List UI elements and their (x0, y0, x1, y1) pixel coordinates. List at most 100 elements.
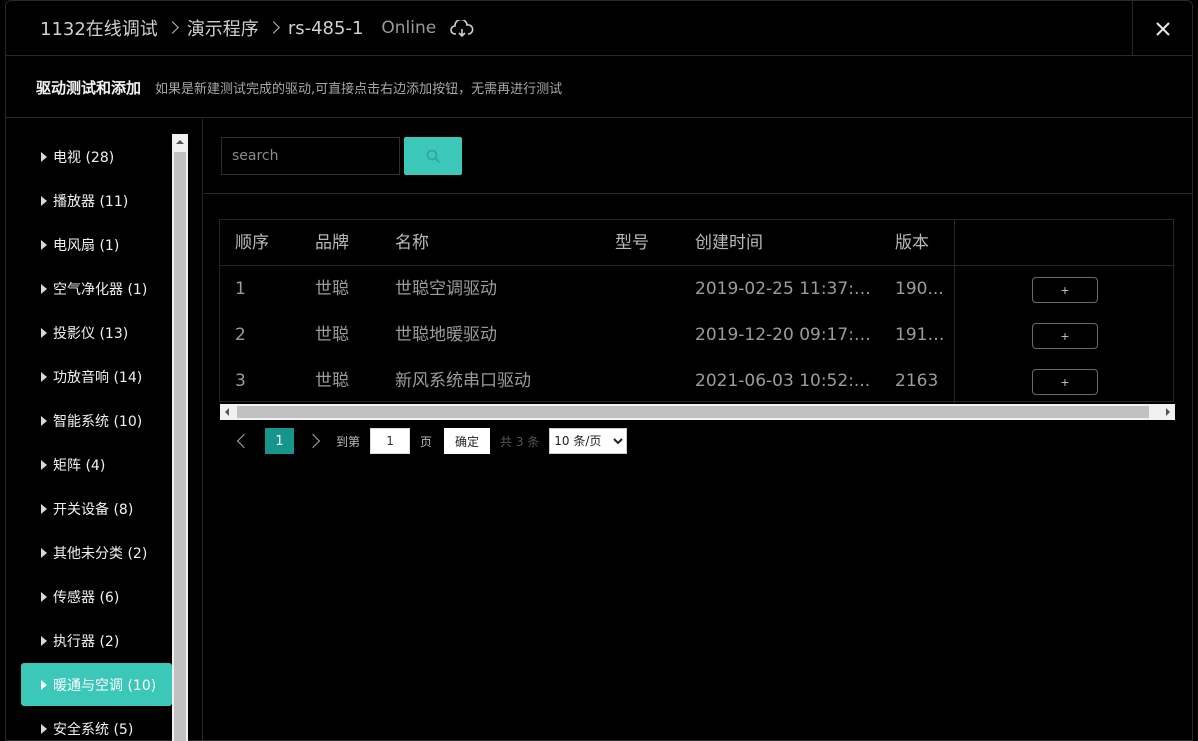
sidebar-item-hvac[interactable]: 暖通与空调 (10) (21, 663, 172, 706)
add-driver-button[interactable]: + (1032, 277, 1098, 303)
search-button[interactable] (404, 137, 462, 175)
breadcrumb-item-port[interactable]: rs-485-1 (288, 18, 364, 39)
chevron-right-icon (165, 20, 179, 34)
search-input[interactable] (221, 137, 400, 175)
cell-brand: 世聪 (315, 371, 349, 391)
scroll-right-arrow-icon[interactable] (1166, 408, 1170, 416)
sidebar-item-matrix[interactable]: 矩阵 (4) (21, 443, 172, 486)
section-hint: 如果是新建测试完成的驱动,可直接点击右边添加按钮，无需再进行测试 (155, 81, 563, 97)
breadcrumb: 1132在线调试 演示程序 rs-485-1 Online (40, 13, 474, 43)
sidebar-item-security[interactable]: 安全系统 (5) (21, 707, 172, 741)
sidebar-item-amplifier[interactable]: 功放音响 (14) (21, 355, 172, 398)
table-header: 顺序 品牌 名称 型号 创建时间 版本 (220, 220, 1175, 266)
sidebar-item-projector[interactable]: 投影仪 (13) (21, 311, 172, 354)
column-header-model: 型号 (615, 233, 649, 253)
sidebar-item-label: 空气净化器 (1) (53, 281, 148, 298)
search-icon (426, 149, 440, 163)
sidebar-item-label: 电风扇 (1) (53, 237, 120, 254)
sidebar-item-player[interactable]: 播放器 (11) (21, 179, 172, 222)
sidebar-item-label: 功放音响 (14) (53, 369, 143, 386)
column-header-name: 名称 (395, 233, 429, 253)
sidebar-item-smart-system[interactable]: 智能系统 (10) (21, 399, 172, 442)
sidebar-item-label: 电视 (28) (53, 149, 115, 166)
sidebar-item-label: 智能系统 (10) (53, 413, 143, 430)
cloud-sync-icon[interactable] (450, 20, 474, 40)
page-size-select[interactable]: 10 条/页 (549, 428, 628, 454)
connection-status: Online (381, 18, 437, 38)
sidebar-item-air-purifier[interactable]: 空气净化器 (1) (21, 267, 172, 310)
sidebar-item-actuator[interactable]: 执行器 (2) (21, 619, 172, 662)
add-driver-button[interactable]: + (1032, 323, 1098, 349)
sidebar-item-fan[interactable]: 电风扇 (1) (21, 223, 172, 266)
caret-right-icon (41, 547, 47, 558)
column-header-index: 顺序 (235, 233, 269, 253)
cell-version: 190... (895, 279, 944, 299)
column-header-brand: 品牌 (315, 233, 349, 253)
scroll-left-arrow-icon[interactable] (225, 408, 229, 416)
caret-right-icon (41, 591, 47, 602)
goto-page-input[interactable] (370, 428, 411, 454)
scrollbar-thumb[interactable] (174, 152, 186, 741)
page-suffix-label: 页 (420, 434, 433, 449)
cell-brand: 世聪 (315, 325, 349, 345)
scroll-up-arrow-icon[interactable] (172, 134, 188, 150)
cell-version: 2163 (895, 371, 939, 391)
cell-name: 世聪地暖驱动 (395, 325, 497, 345)
column-header-version: 版本 (895, 233, 929, 253)
caret-right-icon (41, 151, 47, 162)
caret-right-icon (41, 283, 47, 294)
category-sidebar: 电视 (28) 播放器 (11) 电风扇 (1) 空气净化器 (1) 投影仪 (… (6, 119, 203, 741)
sidebar-item-label: 矩阵 (4) (53, 457, 106, 474)
cell-created: 2019-02-25 11:37:00 (695, 279, 875, 299)
page-number-current[interactable]: 1 (265, 428, 294, 454)
driver-table: 顺序 品牌 名称 型号 创建时间 版本 1 世聪 世聪空调驱动 2019-02-… (219, 219, 1175, 420)
caret-right-icon (41, 415, 47, 426)
caret-right-icon (41, 195, 47, 206)
goto-confirm-button[interactable]: 确定 (444, 428, 491, 454)
table-horizontal-scrollbar[interactable] (220, 404, 1175, 420)
caret-right-icon (41, 503, 47, 514)
chevron-right-icon (266, 20, 280, 34)
goto-label: 到第 (336, 434, 361, 449)
sidebar-item-label: 投影仪 (13) (53, 325, 129, 342)
sidebar-scrollbar[interactable] (172, 134, 188, 741)
add-driver-button[interactable]: + (1032, 369, 1098, 395)
sidebar-item-label: 执行器 (2) (53, 633, 120, 650)
sidebar-item-label: 播放器 (11) (53, 193, 129, 210)
table-row[interactable]: 3 世聪 新风系统串口驱动 2021-06-03 10:52:... 2163 … (220, 358, 1175, 404)
sidebar-item-sensor[interactable]: 传感器 (6) (21, 575, 172, 618)
table-row[interactable]: 2 世聪 世聪地暖驱动 2019-12-20 09:17:00 1912... … (220, 312, 1175, 358)
caret-right-icon (41, 723, 47, 734)
scrollbar-thumb[interactable] (237, 406, 1149, 418)
sidebar-item-label: 传感器 (6) (53, 589, 120, 606)
total-count: 共 3 条 (500, 434, 540, 449)
driver-panel: 顺序 品牌 名称 型号 创建时间 版本 1 世聪 世聪空调驱动 2019-02-… (204, 119, 1192, 741)
cell-brand: 世聪 (315, 279, 349, 299)
caret-right-icon (41, 239, 47, 250)
cell-index: 1 (235, 279, 246, 299)
close-button[interactable] (1132, 1, 1192, 56)
caret-right-icon (41, 459, 47, 470)
table-row[interactable]: 1 世聪 世聪空调驱动 2019-02-25 11:37:00 190... + (220, 266, 1175, 312)
caret-right-icon (41, 371, 47, 382)
prev-page-icon[interactable] (236, 433, 252, 449)
sidebar-item-label: 暖通与空调 (10) (53, 677, 157, 694)
cell-created: 2019-12-20 09:17:00 (695, 325, 875, 345)
next-page-icon[interactable] (305, 433, 321, 449)
sidebar-item-uncategorized[interactable]: 其他未分类 (2) (21, 531, 172, 574)
cell-name: 世聪空调驱动 (395, 279, 497, 299)
cell-created: 2021-06-03 10:52:... (695, 371, 871, 391)
sidebar-item-label: 安全系统 (5) (53, 721, 134, 738)
sidebar-item-switch-device[interactable]: 开关设备 (8) (21, 487, 172, 530)
caret-right-icon (41, 327, 47, 338)
breadcrumb-item-program[interactable]: 演示程序 (187, 15, 259, 41)
breadcrumb-item-project[interactable]: 1132在线调试 (40, 15, 158, 41)
cell-index: 2 (235, 325, 246, 345)
column-header-created: 创建时间 (695, 233, 763, 253)
cell-index: 3 (235, 371, 246, 391)
caret-right-icon (41, 679, 47, 690)
sidebar-item-tv[interactable]: 电视 (28) (21, 135, 172, 178)
cell-name: 新风系统串口驱动 (395, 371, 531, 391)
title-bar: 1132在线调试 演示程序 rs-485-1 Online (6, 1, 1192, 56)
section-title: 驱动测试和添加 (36, 78, 142, 97)
